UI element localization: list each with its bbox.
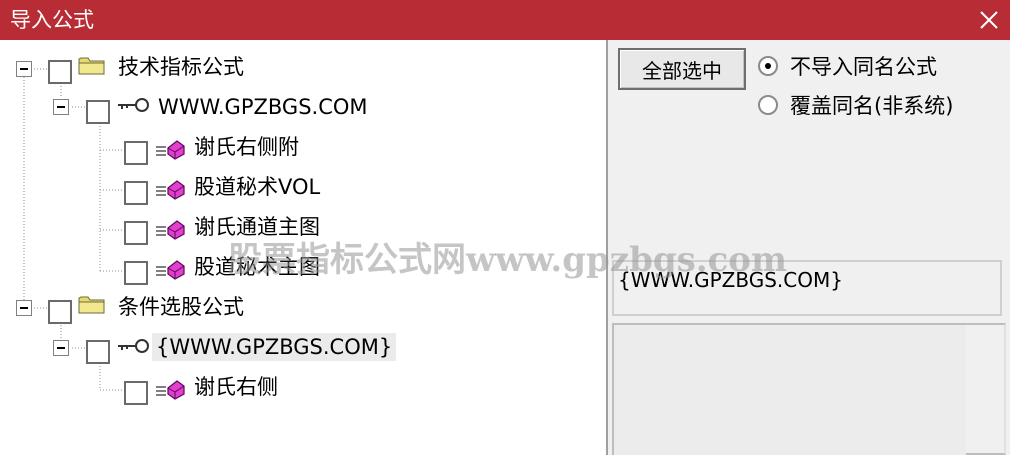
close-icon[interactable] [974, 5, 1004, 35]
formula-icon [156, 380, 185, 400]
folder-icon [78, 57, 105, 75]
tree-item-label[interactable]: WWW.GPZBGS.COM [158, 93, 368, 121]
radio-button[interactable] [758, 56, 778, 76]
tree-item-label[interactable]: 条件选股公式 [118, 293, 244, 321]
tree-checkbox[interactable] [86, 340, 110, 364]
tree-expander[interactable] [16, 61, 32, 77]
radio-label: 不导入同名公式 [790, 55, 937, 79]
tree-expander[interactable] [53, 340, 69, 356]
tree-checkbox[interactable] [124, 381, 148, 405]
tree-checkbox[interactable] [86, 100, 110, 124]
radio-overwrite[interactable]: 覆盖同名(非系统) [758, 91, 953, 119]
radio-button[interactable] [758, 95, 778, 115]
formula-icon [156, 180, 185, 200]
tree-checkbox[interactable] [124, 181, 148, 205]
formula-icon [156, 220, 185, 240]
radio-label: 覆盖同名(非系统) [790, 94, 954, 118]
title-bar: 导入公式 [0, 0, 1010, 40]
key-icon [118, 339, 149, 353]
tree-checkbox[interactable] [48, 60, 72, 84]
tree-checkbox[interactable] [124, 261, 148, 285]
key-icon [118, 98, 149, 112]
window-title: 导入公式 [10, 8, 94, 32]
tree-item-label[interactable]: 技术指标公式 [118, 53, 244, 81]
formula-icon [156, 140, 185, 160]
radio-skip-duplicates[interactable]: 不导入同名公式 [758, 52, 937, 80]
tree-checkbox[interactable] [124, 141, 148, 165]
description-box: {WWW.GPZBGS.COM} [612, 260, 1002, 316]
formula-text-area[interactable] [612, 323, 1006, 455]
text-area-content [614, 325, 966, 455]
tree-item-label[interactable]: 谢氏通道主图 [194, 213, 320, 241]
folder-icon [78, 296, 105, 314]
tree-item-label[interactable]: 股道秘术VOL [194, 173, 320, 201]
tree-item-label[interactable]: 谢氏右侧附 [194, 133, 299, 161]
formula-tree[interactable]: 技术指标公式 WWW.GPZBGS.COM 谢氏右侧附 股道秘术VOL 谢氏通道… [0, 40, 608, 455]
tree-checkbox[interactable] [48, 300, 72, 324]
tree-item-label[interactable]: 股道秘术主图 [194, 253, 320, 281]
tree-expander[interactable] [16, 300, 32, 316]
select-all-button[interactable]: 全部选中 [618, 48, 746, 90]
tree-item-label[interactable]: {WWW.GPZBGS.COM} [152, 333, 397, 361]
formula-icon [156, 260, 185, 280]
tree-expander[interactable] [53, 99, 69, 115]
tree-item-label[interactable]: 谢氏右侧 [194, 373, 278, 401]
options-panel: 全部选中 不导入同名公式 覆盖同名(非系统) {WWW.GPZBGS.COM} [610, 40, 1010, 455]
tree-checkbox[interactable] [124, 221, 148, 245]
